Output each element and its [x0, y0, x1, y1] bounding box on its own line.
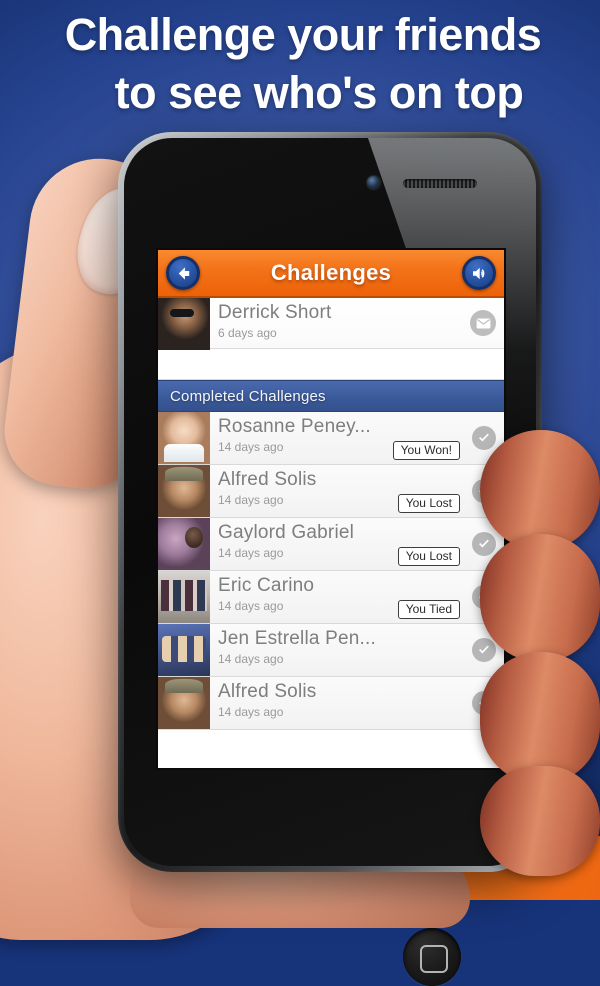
result-badge: You Tied — [397, 600, 460, 619]
avatar — [158, 518, 210, 570]
avatar-photo — [158, 518, 210, 570]
section-header-completed: Completed Challenges — [158, 380, 504, 412]
avatar — [158, 571, 210, 623]
avatar — [158, 677, 210, 729]
row-meta: Derrick Short 6 days ago — [210, 298, 504, 348]
challenger-name: Alfred Solis — [218, 469, 317, 490]
avatar — [158, 465, 210, 517]
speaker-icon — [472, 267, 484, 279]
challenge-time: 14 days ago — [218, 440, 284, 454]
challenge-time: 14 days ago — [218, 652, 284, 666]
completed-challenge-row[interactable]: Jen Estrella Pen... 14 days ago — [158, 624, 504, 677]
smartphone-device: Challenges Derrick Short 6 days ago Comp… — [118, 132, 542, 986]
completed-challenge-row[interactable]: Gaylord Gabriel 14 days ago You Lost — [158, 518, 504, 571]
finger-ring — [480, 652, 600, 784]
completed-challenge-row[interactable]: Alfred Solis 14 days ago You Lost — [158, 465, 504, 518]
app-header-bar: Challenges — [158, 250, 504, 298]
challenge-time: 14 days ago — [218, 599, 284, 613]
page-title: Challenges — [270, 260, 392, 285]
sound-toggle-button[interactable] — [462, 256, 496, 290]
challenge-time: 6 days ago — [218, 326, 277, 340]
home-square-icon — [420, 945, 448, 973]
challenger-name: Eric Carino — [218, 575, 315, 596]
section-header-label: Completed Challenges — [170, 387, 326, 405]
back-arrow-icon — [178, 266, 189, 280]
challenger-name: Derrick Short — [218, 302, 332, 323]
home-button[interactable] — [403, 928, 461, 986]
completed-challenges-container: Rosanne Peney... 14 days ago You Won! Alfre… — [158, 412, 504, 730]
avatar-photo — [158, 571, 210, 623]
app-screen: Challenges Derrick Short 6 days ago Comp… — [158, 250, 504, 768]
row-meta: Alfred Solis 14 days ago — [210, 677, 504, 729]
finger-index — [480, 430, 600, 550]
envelope-icon[interactable] — [470, 310, 496, 336]
back-button[interactable] — [166, 256, 200, 290]
completed-challenge-row[interactable]: Eric Carino 14 days ago You Tied — [158, 571, 504, 624]
avatar — [158, 412, 210, 464]
challenger-name: Jen Estrella Pen... — [218, 628, 376, 649]
challenger-name: Gaylord Gabriel — [218, 522, 355, 543]
challenge-time: 14 days ago — [218, 705, 284, 719]
challenger-name: Rosanne Peney... — [218, 416, 371, 437]
avatar-photo — [158, 465, 210, 517]
list-spacer — [158, 349, 504, 380]
completed-challenge-row[interactable]: Alfred Solis 14 days ago — [158, 677, 504, 730]
challenger-name: Alfred Solis — [218, 681, 317, 702]
avatar-photo — [158, 677, 210, 729]
row-meta: Jen Estrella Pen... 14 days ago — [210, 624, 504, 676]
challenge-list[interactable]: Derrick Short 6 days ago Completed Chall… — [158, 298, 504, 768]
avatar-photo — [158, 412, 210, 464]
row-meta: Alfred Solis 14 days ago You Lost — [210, 465, 504, 517]
avatar-photo — [158, 298, 210, 350]
completed-challenge-row[interactable]: Rosanne Peney... 14 days ago You Won! — [158, 412, 504, 465]
challenge-time: 14 days ago — [218, 546, 284, 560]
avatar — [158, 624, 210, 676]
pending-challenge-row[interactable]: Derrick Short 6 days ago — [158, 298, 504, 350]
result-badge: You Lost — [397, 547, 460, 566]
challenge-time: 14 days ago — [218, 493, 284, 507]
row-meta: Rosanne Peney... 14 days ago You Won! — [210, 412, 504, 464]
result-badge: You Won! — [392, 441, 460, 460]
row-meta: Gaylord Gabriel 14 days ago You Lost — [210, 518, 504, 570]
result-badge: You Lost — [397, 494, 460, 513]
finger-pinky — [480, 766, 600, 876]
avatar-photo — [158, 624, 210, 676]
envelope-glyph — [476, 317, 490, 329]
earpiece-speaker-icon — [403, 179, 477, 188]
fingers — [480, 430, 600, 876]
front-camera-icon — [367, 176, 380, 189]
finger-middle — [480, 534, 600, 662]
avatar — [158, 298, 210, 350]
row-meta: Eric Carino 14 days ago You Tied — [210, 571, 504, 623]
